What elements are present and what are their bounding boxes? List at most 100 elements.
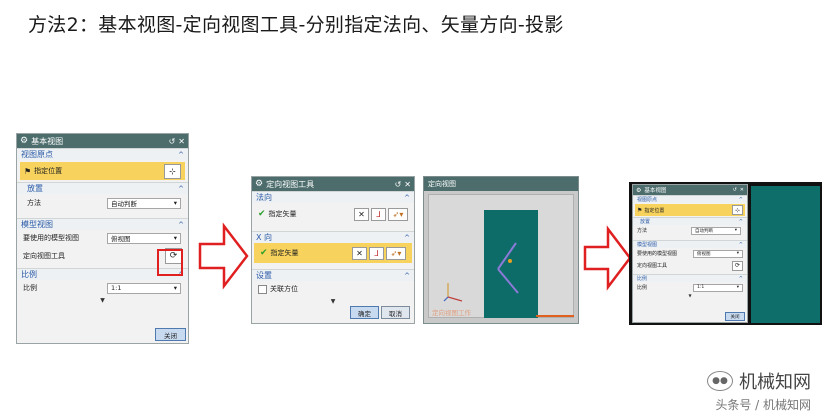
section-label: 视图原点 [637, 197, 658, 203]
specify-vector-label: 指定矢量 [268, 210, 297, 218]
model-view-row: 要使用的模型视图 俯视图 ▾ [17, 230, 188, 246]
vector-arrows-icon [497, 242, 519, 294]
model-view-label: 要使用的模型视图 [637, 251, 678, 257]
method-value: 自动判断 [111, 200, 137, 208]
scale-select[interactable]: 1:1 ▾ [107, 282, 181, 294]
specify-position-row[interactable]: ⚑ 指定位置 ⊹ [635, 204, 745, 216]
method-select[interactable]: 自动判断 ▾ [691, 226, 741, 235]
model-view-select[interactable]: 俯视图 ▾ [107, 232, 181, 244]
dialog-title: 基本视图 [31, 136, 64, 146]
method-row: 方法 自动判断 ▾ [633, 225, 747, 236]
close-icon[interactable]: ✕ [740, 187, 744, 193]
highlight-box [157, 249, 183, 276]
assoc-orient-checkbox[interactable] [258, 284, 267, 294]
flag-icon: ⚑ [637, 206, 643, 214]
chevron-down-icon: ▾ [173, 234, 177, 242]
section-label: 设置 [256, 271, 272, 280]
chevron-up-icon[interactable]: ^ [739, 197, 743, 203]
normal-vector-row[interactable]: ✔ 指定矢量 ✕ ⅃ ➶▾ [252, 203, 414, 225]
orange-edge-line [536, 315, 574, 317]
vector-dialog-button[interactable]: ⅃ [371, 207, 386, 221]
orient-view-tool-button[interactable]: ⟳ [732, 260, 743, 271]
orient-view-viewport[interactable]: 定向视图 定向视图工作 [423, 176, 579, 324]
section-view-origin[interactable]: 视图原点 ^ [17, 148, 188, 160]
model-view-value: 俯视图 [697, 251, 711, 257]
section-x-direction[interactable]: X 向 ^ [252, 231, 414, 243]
section-normal[interactable]: 法向 ^ [252, 191, 414, 203]
scale-value: 1:1 [111, 284, 122, 292]
section-label: 比例 [21, 270, 37, 279]
specify-vector-label: 指定矢量 [270, 249, 299, 257]
orient-tool-label: 定向视图工具 [637, 263, 668, 269]
dialog-header: ⚙ 基本视图 ↺ ✕ [17, 134, 188, 148]
section-model-view[interactable]: 模型视图 ^ [633, 240, 747, 248]
chevron-up-icon[interactable]: ^ [404, 194, 410, 202]
watermark-main: ●● 机械知网 [707, 368, 811, 394]
close-button[interactable]: 关闭 [725, 312, 745, 321]
close-icon[interactable]: ✕ [404, 180, 411, 189]
assoc-orient-row[interactable]: 关联方位 [252, 281, 414, 297]
cancel-button[interactable]: 取消 [381, 306, 410, 319]
gear-icon: ⚙ [636, 186, 642, 194]
scale-row: 比例 1:1 ▾ [17, 280, 188, 296]
section-label: 模型视图 [637, 242, 658, 248]
chevron-down-icon: ▾ [173, 284, 177, 292]
chevron-up-icon[interactable]: ^ [739, 276, 743, 282]
chevron-up-icon[interactable]: ^ [404, 272, 410, 280]
section-label: 放置 [27, 184, 43, 193]
dialog-title: 定向视图工具 [266, 179, 315, 189]
vector-type-dropdown[interactable]: ➶▾ [388, 207, 408, 221]
scale-select[interactable]: 1:1 ▾ [693, 283, 743, 292]
specify-position-label: 指定位置 [34, 167, 63, 175]
gear-icon: ⚙ [20, 136, 29, 146]
chevron-up-icon[interactable]: ^ [178, 221, 184, 229]
orient-tool-label: 定向视图工具 [23, 252, 65, 260]
point-dialog-button[interactable]: ⊹ [164, 163, 181, 179]
watermark: ●● 机械知网 头条号 / 机械知网 [707, 368, 811, 413]
viewport-caption: 定向视图工作 [432, 309, 471, 317]
x-vector-row[interactable]: ✔ 指定矢量 ✕ ⅃ ➶▾ [254, 243, 412, 263]
right-arrow-icon [198, 222, 249, 290]
section-settings[interactable]: 设置 ^ [252, 269, 414, 281]
vector-dialog-button[interactable]: ⅃ [369, 246, 384, 260]
method-select[interactable]: 自动判断 ▾ [107, 197, 181, 209]
close-button[interactable]: 关闭 [155, 328, 186, 341]
section-label: 视图原点 [21, 150, 53, 159]
section-place[interactable]: 放置 ^ [633, 217, 747, 225]
vector-type-dropdown[interactable]: ➶▾ [386, 246, 406, 260]
section-label: 法向 [256, 193, 272, 202]
axis-triad-icon [443, 283, 463, 302]
specify-position-row[interactable]: ⚑ 指定位置 ⊹ [20, 162, 185, 180]
method-value: 自动判断 [695, 228, 713, 234]
result-model-view [751, 186, 820, 323]
point-dialog-button[interactable]: ⊹ [732, 205, 743, 215]
close-icon[interactable]: ✕ [178, 137, 185, 146]
chevron-up-icon[interactable]: ^ [404, 234, 410, 242]
assoc-orient-label: 关联方位 [270, 285, 298, 293]
section-scale[interactable]: 比例 ^ [633, 274, 747, 282]
reverse-direction-button[interactable]: ✕ [354, 207, 369, 221]
chevron-up-icon[interactable]: ^ [739, 219, 743, 225]
reset-icon[interactable]: ↺ [733, 187, 737, 193]
reverse-direction-button[interactable]: ✕ [352, 246, 367, 260]
chevron-down-icon: ▾ [736, 251, 739, 256]
section-label: 模型视图 [21, 220, 53, 229]
chevron-up-icon[interactable]: ^ [178, 151, 184, 159]
more-options-arrow[interactable]: ▼ [633, 293, 747, 299]
more-options-arrow[interactable]: ▼ [17, 296, 188, 305]
basic-view-dialog: ⚙ 基本视图 ↺ ✕ 视图原点 ^ ⚑ 指定位置 ⊹ 放置 ^ 方法 自动判断 … [16, 133, 189, 344]
section-place[interactable]: 放置 ^ [17, 182, 188, 194]
more-options-arrow[interactable]: ▼ [252, 297, 414, 306]
section-label: 比例 [637, 276, 648, 282]
method-row: 方法 自动判断 ▾ [17, 194, 188, 212]
chevron-up-icon[interactable]: ^ [739, 242, 743, 248]
chevron-up-icon[interactable]: ^ [178, 185, 184, 193]
reset-icon[interactable]: ↺ [395, 180, 402, 189]
section-view-origin[interactable]: 视图原点 ^ [633, 195, 747, 203]
ok-button[interactable]: 确定 [350, 306, 379, 319]
section-model-view[interactable]: 模型视图 ^ [17, 218, 188, 230]
model-view-select[interactable]: 俯视图 ▾ [693, 249, 743, 258]
orient-tool-row: 定向视图工具 ⟳ [633, 259, 747, 272]
viewport-header: 定向视图 [424, 177, 578, 191]
reset-icon[interactable]: ↺ [169, 137, 176, 146]
